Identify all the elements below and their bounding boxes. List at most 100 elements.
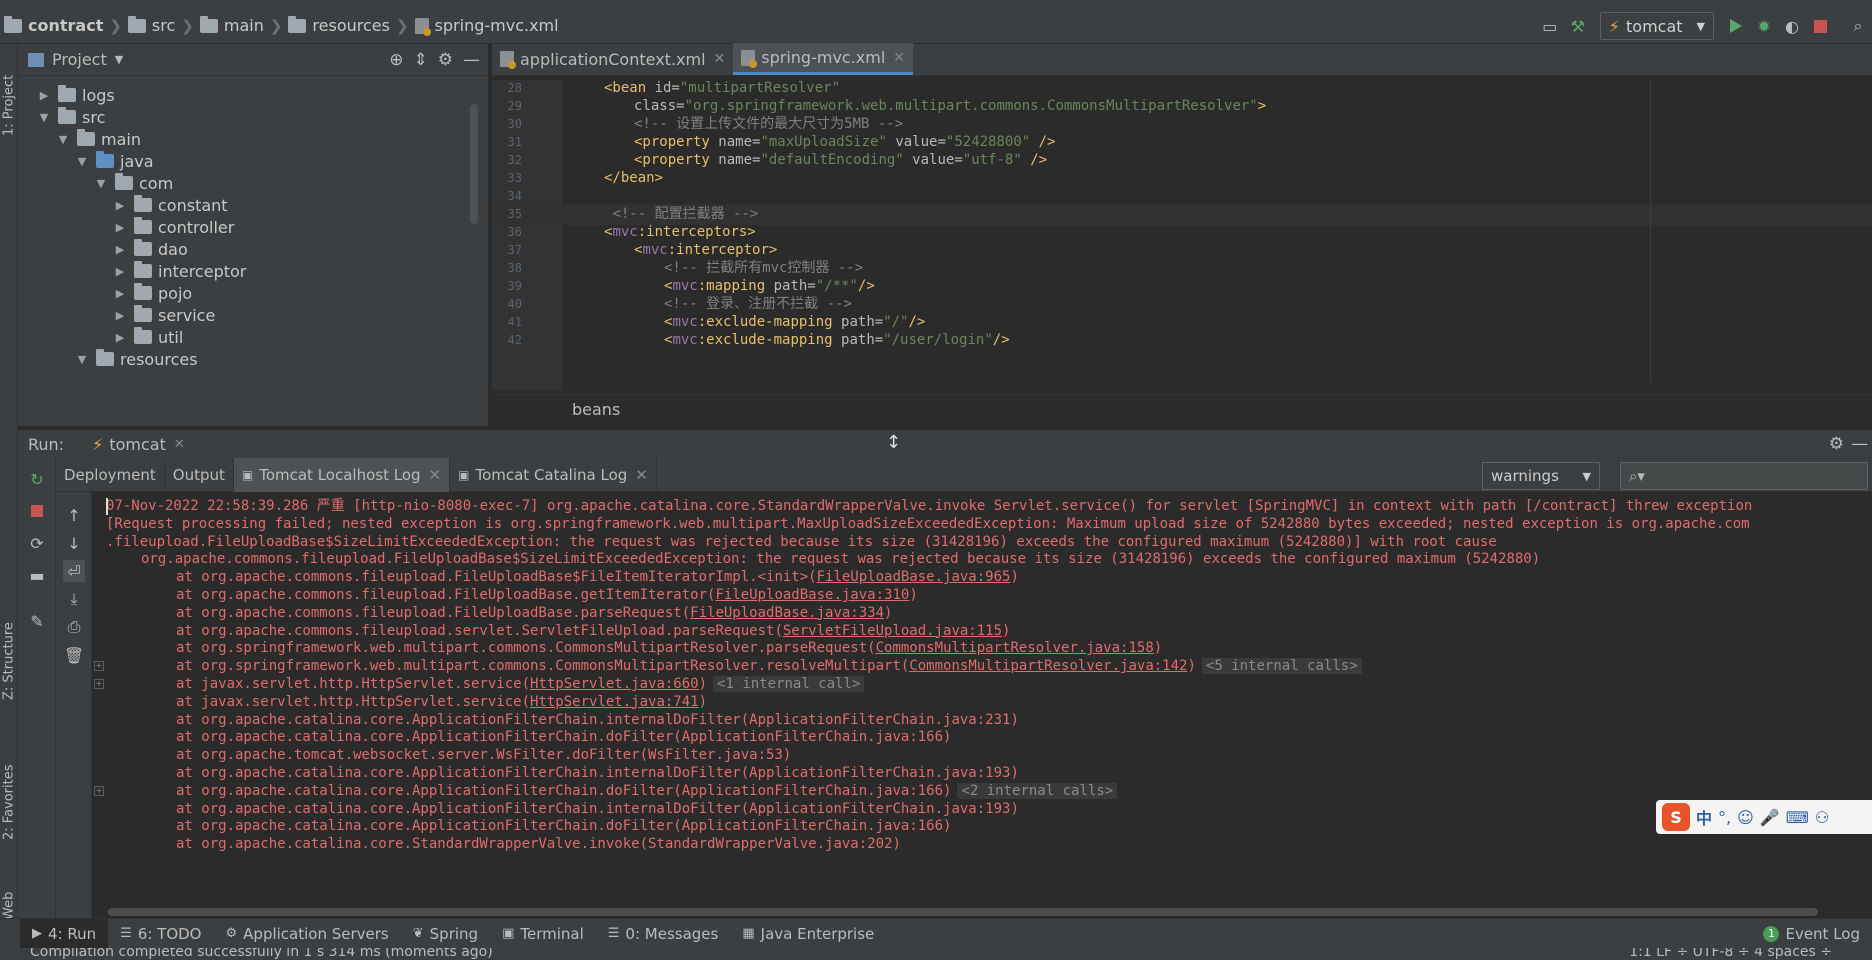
chevron-down-icon[interactable]: ▼ xyxy=(115,53,123,66)
tree-item[interactable]: ▶ pojo xyxy=(112,282,192,304)
bottom-tool-tab[interactable]: ▣ Terminal xyxy=(490,919,596,949)
editor-breadcrumb-item[interactable]: beans xyxy=(572,400,620,419)
tree-item[interactable]: ▼ java xyxy=(74,150,154,172)
status-right-info[interactable]: 1:1 LF ÷ UTF-8 ÷ 4 spaces ÷ xyxy=(1629,948,1832,960)
console-search-input[interactable]: ⌕▾ xyxy=(1620,462,1868,490)
stop-button[interactable] xyxy=(1806,12,1834,40)
build-hammer-icon[interactable]: ⚒ xyxy=(1564,12,1592,40)
tree-item[interactable]: ▶ constant xyxy=(112,194,228,216)
debug-button[interactable]: ✹ xyxy=(1750,12,1778,40)
close-icon[interactable]: ✕ xyxy=(714,51,726,67)
source-link[interactable]: HttpServlet.java:741 xyxy=(530,694,699,710)
expanded-arrow-icon[interactable]: ▼ xyxy=(36,111,52,124)
tree-item[interactable]: ▶ service xyxy=(112,304,215,326)
event-log-button[interactable]: 1 Event Log xyxy=(1751,919,1872,949)
keyboard-icon[interactable]: ⌨ xyxy=(1786,808,1809,827)
tree-item[interactable]: ▼ main xyxy=(55,128,141,150)
gear-icon[interactable]: ⚙ xyxy=(438,50,453,70)
scroll-to-end-icon[interactable]: ⤓ xyxy=(63,588,85,610)
build-config-icon[interactable]: ▭ xyxy=(1536,12,1564,40)
run-tab[interactable]: Output xyxy=(165,457,234,492)
collapsed-arrow-icon[interactable]: ▶ xyxy=(112,221,128,234)
expanded-arrow-icon[interactable]: ▼ xyxy=(55,133,71,146)
source-link[interactable]: CommonsMultipartResolver.java:158 xyxy=(876,640,1154,656)
minimize-icon[interactable]: — xyxy=(463,50,480,70)
soft-wrap-icon[interactable]: ⏎ xyxy=(63,560,85,582)
run-tab[interactable]: ▣ Tomcat Localhost Log ✕ xyxy=(233,457,451,492)
internal-calls-badge[interactable]: <5 internal calls> xyxy=(1201,658,1362,675)
stop-icon[interactable] xyxy=(26,500,48,522)
close-icon[interactable]: ✕ xyxy=(429,466,442,484)
bottom-tool-tab[interactable]: ▦ Java Enterprise xyxy=(730,919,886,949)
expand-icon[interactable]: + xyxy=(94,785,104,796)
collapsed-arrow-icon[interactable]: ▶ xyxy=(112,243,128,256)
tab-application-context[interactable]: applicationContext.xml ✕ xyxy=(492,43,733,75)
console-output[interactable]: 07-Nov-2022 22:58:39.286 严重 [http-nio-80… xyxy=(92,492,1872,918)
structure-tool-tab[interactable]: Z: Structure xyxy=(0,604,18,700)
run-configuration-select[interactable]: ⚡ tomcat ▼ xyxy=(1599,12,1714,40)
breadcrumb-item-resources[interactable]: resources xyxy=(312,16,390,35)
close-icon[interactable]: ✕ xyxy=(174,437,185,452)
rerun-icon[interactable]: ↻ xyxy=(26,468,48,490)
microphone-icon[interactable]: 🎤 xyxy=(1760,808,1780,827)
breadcrumb-item-file[interactable]: spring-mvc.xml xyxy=(435,16,559,35)
expand-icon[interactable]: + xyxy=(94,679,104,689)
minimize-icon[interactable]: — xyxy=(1851,434,1868,454)
breadcrumb-item-project[interactable]: contract xyxy=(28,16,103,35)
tree-item[interactable]: ▶ logs xyxy=(36,84,115,106)
punctuation-icon[interactable]: °, xyxy=(1718,808,1731,827)
tab-spring-mvc[interactable]: spring-mvc.xml ✕ xyxy=(733,43,914,75)
locate-icon[interactable]: ⊕ xyxy=(389,50,403,70)
emoji-icon[interactable]: ☺ xyxy=(1737,808,1754,827)
collapsed-arrow-icon[interactable]: ▶ xyxy=(112,331,128,344)
breadcrumb-item-main[interactable]: main xyxy=(224,16,264,35)
print-icon[interactable]: ⎙ xyxy=(63,616,85,638)
run-tab[interactable]: Deployment xyxy=(56,457,165,492)
tree-item[interactable]: ▶ dao xyxy=(112,238,188,260)
tree-item[interactable]: ▼ com xyxy=(93,172,173,194)
ime-mode[interactable]: 中 xyxy=(1696,805,1712,829)
log-filter-select[interactable]: warnings ▼ xyxy=(1482,462,1600,490)
trash-icon[interactable]: 🗑 xyxy=(63,644,85,666)
run-tab[interactable]: ▣ Tomcat Catalina Log ✕ xyxy=(450,457,657,492)
layout-icon[interactable]: ▬ xyxy=(26,564,48,586)
close-icon[interactable]: ✕ xyxy=(635,466,648,484)
collapsed-arrow-icon[interactable]: ▶ xyxy=(112,265,128,278)
collapsed-arrow-icon[interactable]: ▶ xyxy=(112,309,128,322)
tree-item[interactable]: ▶ util xyxy=(112,326,183,348)
project-scrollbar[interactable] xyxy=(470,104,478,224)
skin-icon[interactable]: ⚇ xyxy=(1815,808,1829,827)
source-link[interactable]: FileUploadBase.java:965 xyxy=(817,569,1011,585)
source-link[interactable]: FileUploadBase.java:310 xyxy=(715,587,909,603)
source-link[interactable]: CommonsMultipartResolver.java:142 xyxy=(909,658,1187,674)
bottom-tool-tab[interactable]: ☰ 6: TODO xyxy=(108,919,213,949)
collapsed-arrow-icon[interactable]: ▶ xyxy=(112,287,128,300)
project-panel-title[interactable]: Project xyxy=(52,50,107,69)
collapsed-arrow-icon[interactable]: ▶ xyxy=(112,199,128,212)
expanded-arrow-icon[interactable]: ▼ xyxy=(74,353,90,366)
tree-item[interactable]: ▶ controller xyxy=(112,216,234,238)
bottom-tool-tab[interactable]: ▶ 4: Run xyxy=(20,918,109,949)
project-tool-tab[interactable]: 1: Project xyxy=(0,50,18,136)
bottom-tool-tab[interactable]: ☰ 0: Messages xyxy=(596,919,731,949)
pin-icon[interactable]: ✎ xyxy=(26,610,48,632)
tree-item[interactable]: ▶ interceptor xyxy=(112,260,246,282)
search-everywhere-button[interactable]: ⌕ xyxy=(1844,12,1872,40)
tree-item[interactable]: ▼ resources xyxy=(74,348,198,370)
run-config-tab[interactable]: tomcat xyxy=(109,435,166,454)
arrow-up-icon[interactable]: ↑ xyxy=(63,504,85,526)
collapsed-arrow-icon[interactable]: ▶ xyxy=(36,89,52,102)
internal-calls-badge[interactable]: <1 internal call> xyxy=(713,676,865,692)
bottom-tool-tab[interactable]: ⚙ Application Servers xyxy=(214,919,401,949)
source-link[interactable]: ServletFileUpload.java:115 xyxy=(783,623,1002,639)
expanded-arrow-icon[interactable]: ▼ xyxy=(93,177,109,190)
run-button[interactable] xyxy=(1722,12,1750,40)
console-horizontal-scrollbar[interactable] xyxy=(108,908,1818,916)
ime-toolbar[interactable]: S 中 °, ☺ 🎤 ⌨ ⚇ xyxy=(1656,800,1872,834)
bottom-tool-tab[interactable]: ❦ Spring xyxy=(401,919,490,949)
source-link[interactable]: HttpServlet.java:660 xyxy=(530,676,699,692)
expand-icon[interactable]: + xyxy=(94,661,104,672)
arrow-down-icon[interactable]: ↓ xyxy=(63,532,85,554)
collapse-icon[interactable]: ⇕ xyxy=(414,50,428,70)
favorites-tool-tab[interactable]: 2: Favorites xyxy=(0,734,18,840)
